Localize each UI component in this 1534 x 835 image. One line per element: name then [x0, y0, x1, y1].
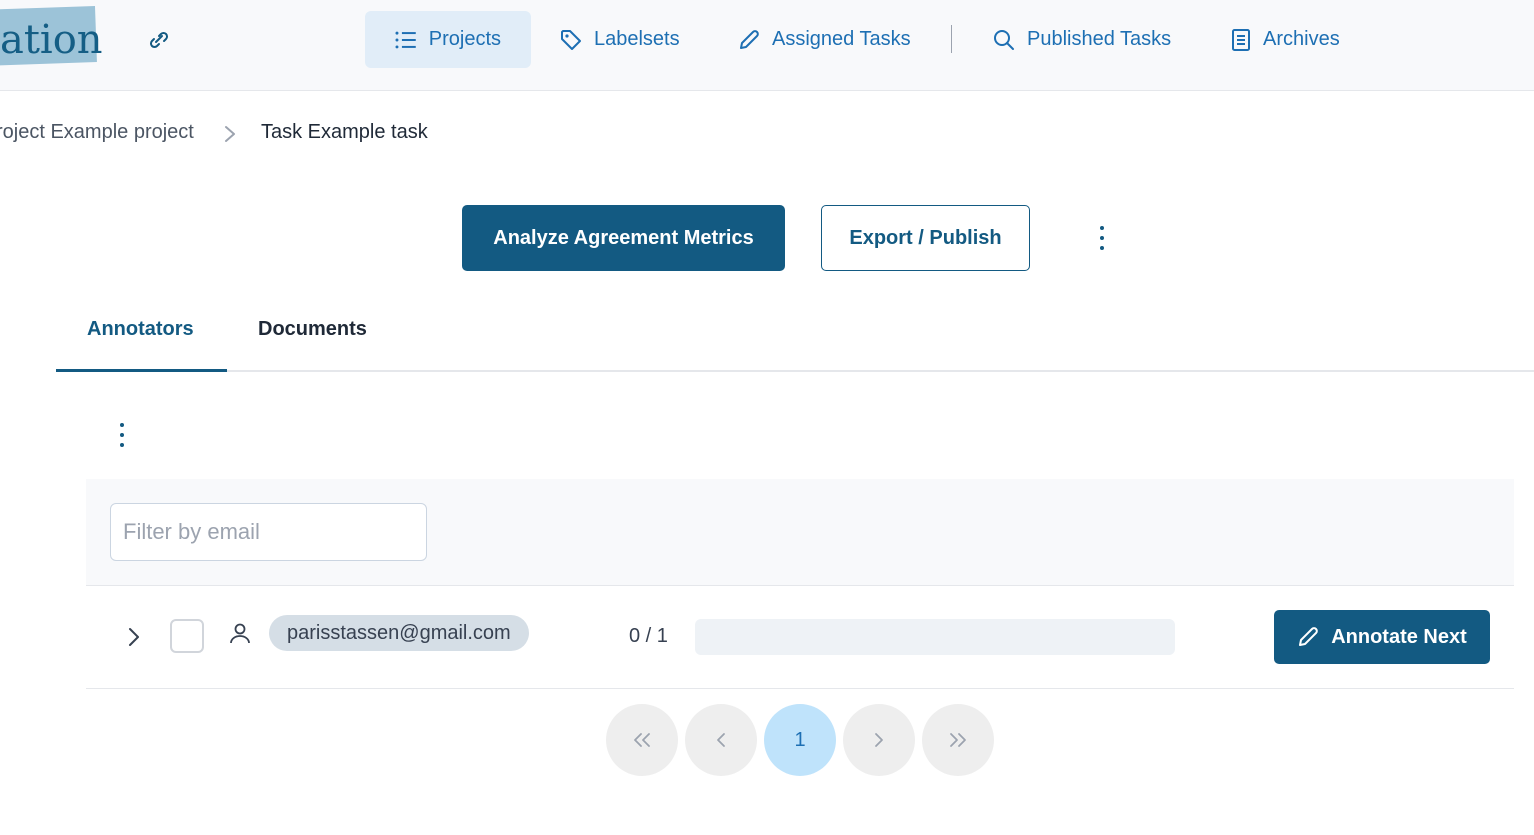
- chevron-right-icon: [225, 126, 235, 142]
- breadcrumb-task: Task Example task: [261, 121, 428, 143]
- link-icon[interactable]: [146, 28, 172, 52]
- nav-projects[interactable]: Projects: [365, 11, 531, 68]
- progress-bar: [695, 619, 1175, 655]
- archive-icon: [1232, 28, 1250, 51]
- current-page-button[interactable]: 1: [764, 704, 836, 776]
- annotator-email: parisstassen@gmail.com: [269, 615, 529, 651]
- tab-documents[interactable]: Documents: [258, 318, 367, 341]
- tabs-divider: [56, 370, 1534, 372]
- pencil-icon: [1299, 627, 1319, 646]
- nav-archives-label: Archives: [1263, 28, 1340, 50]
- double-chevron-left-icon: [634, 733, 650, 747]
- breadcrumb-project[interactable]: roject Example project: [0, 121, 194, 144]
- pencil-icon: [740, 29, 759, 49]
- active-tab-indicator: [56, 369, 227, 372]
- row-checkbox[interactable]: [170, 619, 204, 653]
- tab-annotators[interactable]: Annotators: [87, 318, 194, 341]
- nav-published-tasks-label: Published Tasks: [1027, 28, 1172, 50]
- top-navigation: ation Projects Labelsets Assigned Tasks: [0, 0, 1534, 91]
- nav-labelsets[interactable]: Labelsets: [560, 11, 680, 68]
- progress-count: 0 / 1: [629, 625, 668, 647]
- annotate-next-label: Annotate Next: [1331, 625, 1467, 648]
- last-page-button[interactable]: [922, 704, 994, 776]
- previous-page-button[interactable]: [685, 704, 757, 776]
- annotate-next-button[interactable]: Annotate Next: [1274, 610, 1490, 664]
- analyze-agreement-metrics-button[interactable]: Analyze Agreement Metrics: [462, 205, 785, 271]
- list-options-icon[interactable]: [112, 423, 132, 447]
- nav-projects-label: Projects: [428, 28, 501, 50]
- nav-archives[interactable]: Archives: [1231, 11, 1340, 68]
- nav-labelsets-label: Labelsets: [594, 28, 680, 50]
- list-icon: [395, 31, 416, 48]
- nav-published-tasks[interactable]: Published Tasks: [993, 11, 1171, 68]
- nav-assigned-tasks[interactable]: Assigned Tasks: [738, 11, 911, 68]
- tag-icon: [561, 29, 581, 50]
- search-icon: [994, 29, 1014, 50]
- more-options-icon[interactable]: [1092, 226, 1112, 250]
- double-chevron-right-icon: [950, 733, 966, 747]
- first-page-button[interactable]: [606, 704, 678, 776]
- chevron-left-icon: [717, 733, 725, 747]
- chevron-right-icon: [875, 733, 883, 747]
- logo[interactable]: ation: [0, 16, 103, 64]
- email-filter-input[interactable]: [110, 503, 427, 561]
- expand-row-icon[interactable]: [127, 626, 141, 648]
- user-icon: [230, 623, 250, 644]
- export-publish-button[interactable]: Export / Publish: [821, 205, 1030, 271]
- next-page-button[interactable]: [843, 704, 915, 776]
- nav-divider: [951, 25, 952, 53]
- nav-assigned-tasks-label: Assigned Tasks: [772, 28, 911, 50]
